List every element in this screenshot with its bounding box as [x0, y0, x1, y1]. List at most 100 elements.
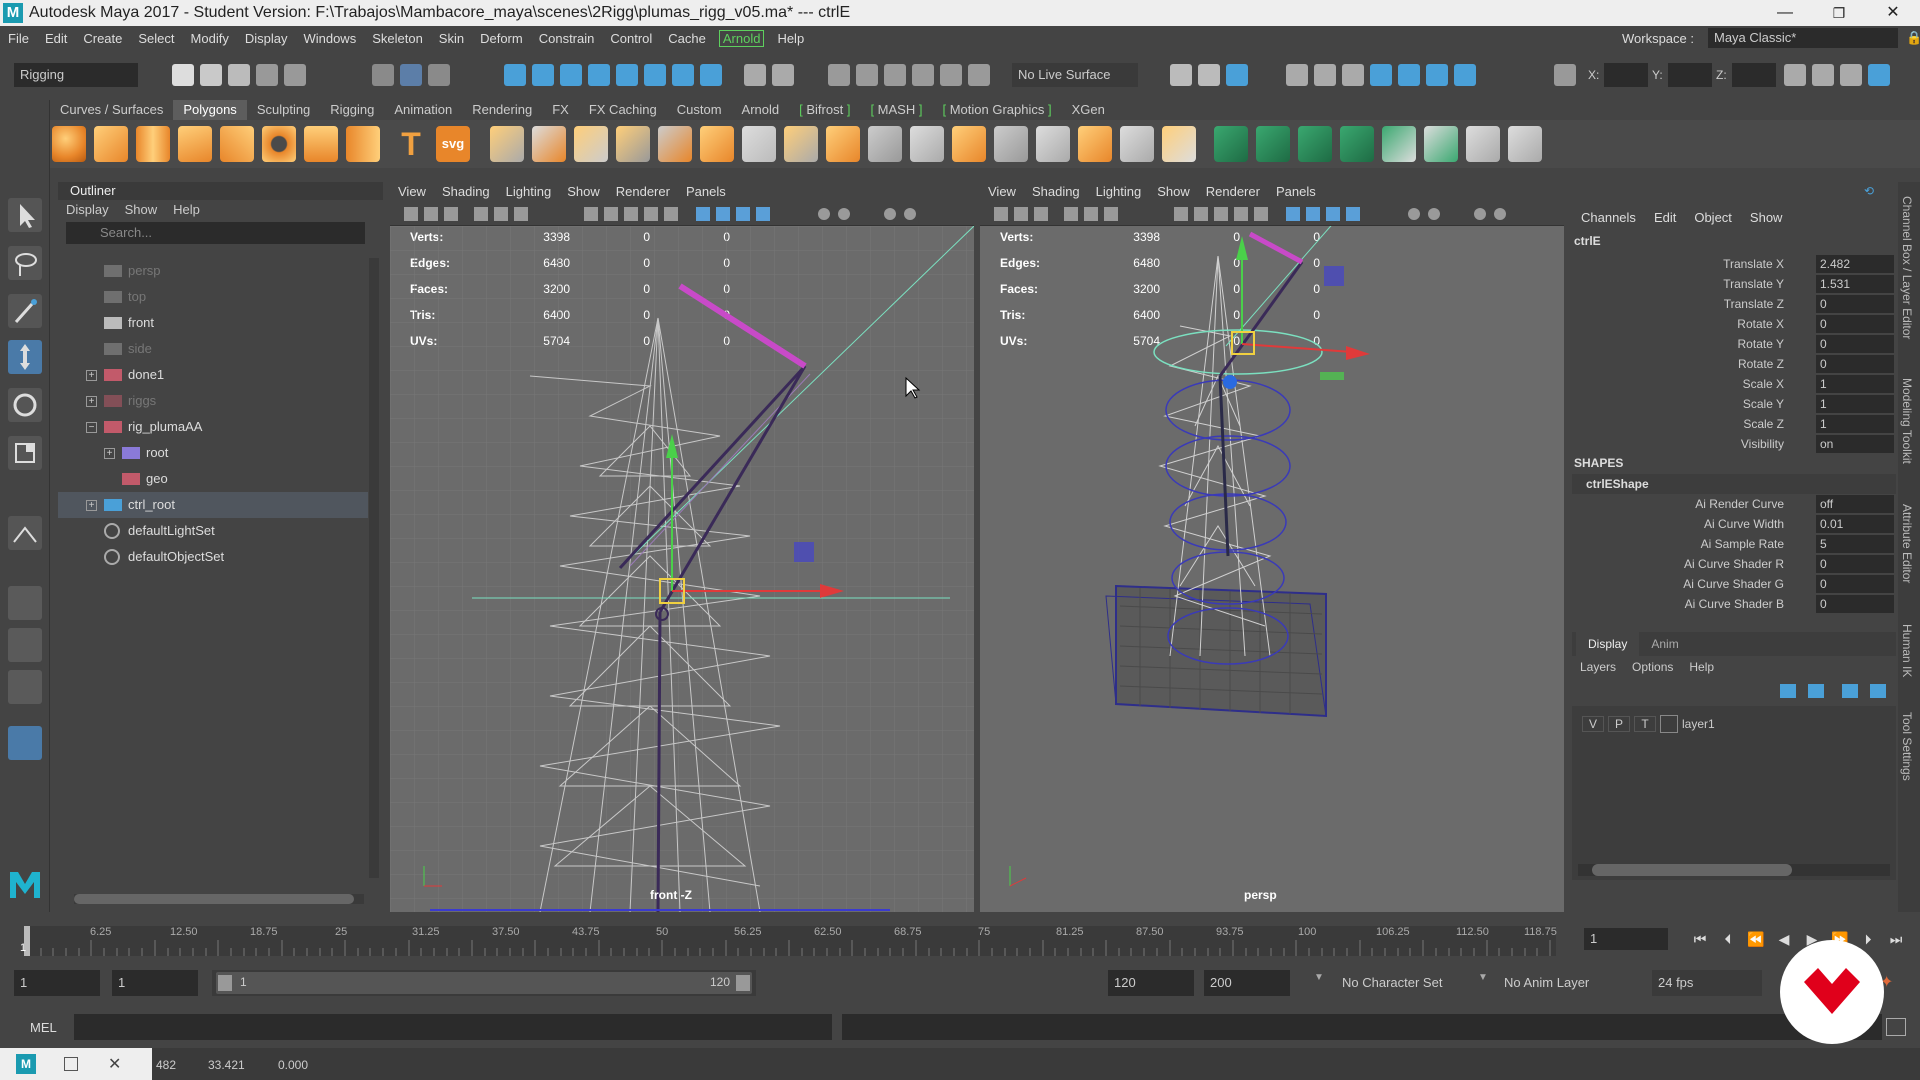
- outliner-item-persp[interactable]: persp: [58, 258, 368, 284]
- expand-icon[interactable]: +: [104, 448, 115, 459]
- viewport-front-scene[interactable]: [390, 226, 974, 912]
- spherical-uv-icon[interactable]: [1298, 126, 1332, 162]
- channel-rotate-x[interactable]: Rotate X0: [1572, 314, 1896, 334]
- poly-cone-icon[interactable]: [178, 126, 212, 162]
- attr-ai-render-curve[interactable]: Ai Render Curve off: [1572, 494, 1896, 514]
- smooth-icon[interactable]: [574, 126, 608, 162]
- transform-mode-icon[interactable]: [1554, 64, 1576, 86]
- anim-layer-icon[interactable]: ▼: [1478, 972, 1488, 983]
- anim-layer-dropdown[interactable]: No Anim Layer: [1498, 970, 1624, 996]
- outliner-item-ctrl-root[interactable]: + ctrl_root: [58, 492, 368, 518]
- output-ops-icon[interactable]: [1198, 64, 1220, 86]
- attr-ai-curve-shader-r[interactable]: Ai Curve Shader R0: [1572, 554, 1896, 574]
- tool-settings-icon[interactable]: [1840, 64, 1862, 86]
- symmetry-icon[interactable]: [856, 64, 878, 86]
- poly-sphere-icon[interactable]: [52, 126, 86, 162]
- layer-visibility-toggle[interactable]: V: [1582, 716, 1604, 732]
- poly-plane-icon[interactable]: [220, 126, 254, 162]
- four-view-layout-icon[interactable]: [8, 628, 42, 662]
- layer-row-layer1[interactable]: V P T layer1: [1572, 712, 1896, 736]
- cylindrical-uv-icon[interactable]: [1256, 126, 1290, 162]
- step-back-frame-icon[interactable]: ⏴: [1714, 931, 1742, 948]
- outliner-horizontal-scrollbar[interactable]: [74, 894, 364, 904]
- select-hierarchy-icon[interactable]: [372, 64, 394, 86]
- layer-tab-anim[interactable]: Anim: [1639, 632, 1690, 656]
- layer-tab-display[interactable]: Display: [1576, 632, 1640, 656]
- viewport-persp[interactable]: View Shading Lighting Show Renderer Pane…: [980, 182, 1564, 912]
- select-component-icon[interactable]: [428, 64, 450, 86]
- expand-icon[interactable]: +: [86, 396, 97, 407]
- lock-icon[interactable]: 🔒: [1898, 30, 1920, 46]
- connect-icon[interactable]: [952, 126, 986, 162]
- close-button[interactable]: ✕: [1866, 0, 1920, 26]
- shelf-tab-fx-caching[interactable]: FX Caching: [579, 100, 667, 120]
- new-layer-selected-icon[interactable]: [1870, 684, 1886, 698]
- channel-scale-y[interactable]: Scale Y1: [1572, 394, 1896, 414]
- channel-translate-y[interactable]: Translate Y 1.531: [1572, 274, 1896, 294]
- panel-toolbar-icons[interactable]: [390, 202, 974, 226]
- outliner-item-geo[interactable]: geo: [58, 466, 368, 492]
- vp-menu-view[interactable]: View: [390, 182, 434, 202]
- snap-point-icon[interactable]: [560, 64, 582, 86]
- attr-ai-curve-shader-b[interactable]: Ai Curve Shader B0: [1572, 594, 1896, 614]
- channel-box-sync-icon[interactable]: ⟲: [1864, 184, 1878, 198]
- maya-logo-icon[interactable]: M: [16, 1054, 36, 1074]
- poke-icon[interactable]: [1036, 126, 1070, 162]
- menu-edit[interactable]: Edit: [37, 31, 75, 46]
- attr-ai-sample-rate[interactable]: Ai Sample Rate 5: [1572, 534, 1896, 554]
- svg-tool-icon[interactable]: svg: [436, 126, 470, 162]
- undo-icon[interactable]: [256, 64, 278, 86]
- shelf-tab-arnold[interactable]: Arnold: [732, 100, 790, 120]
- attr-ai-curve-shader-g[interactable]: Ai Curve Shader G0: [1572, 574, 1896, 594]
- target-weld-icon[interactable]: [910, 126, 944, 162]
- move-tool-icon[interactable]: [8, 340, 42, 374]
- shelf-tab-xgen[interactable]: XGen: [1062, 100, 1115, 120]
- range-start-handle[interactable]: [218, 975, 232, 991]
- range-slider[interactable]: 1 120: [212, 970, 756, 996]
- cb-menu-object[interactable]: Object: [1685, 208, 1741, 228]
- expand-icon[interactable]: +: [86, 500, 97, 511]
- menu-windows[interactable]: Windows: [295, 31, 364, 46]
- shelf-tab-bifrost[interactable]: [ Bifrost ]: [789, 100, 860, 120]
- reduce-icon[interactable]: [1162, 126, 1196, 162]
- extrude-icon[interactable]: [700, 126, 734, 162]
- shelf-tab-fx[interactable]: FX: [542, 100, 579, 120]
- viewport-persp-scene[interactable]: [980, 226, 1564, 912]
- shelf-tab-rendering[interactable]: Rendering: [462, 100, 542, 120]
- channel-scale-z[interactable]: Scale Z1: [1572, 414, 1896, 434]
- poly-torus-icon[interactable]: [262, 126, 296, 162]
- type-tool-icon[interactable]: T: [394, 126, 428, 162]
- snap-curve-icon[interactable]: [532, 64, 554, 86]
- menu-help[interactable]: Help: [769, 31, 812, 46]
- move-layer-down-icon[interactable]: [1808, 684, 1824, 698]
- outliner-menu-help[interactable]: Help: [165, 200, 208, 220]
- paint-select-icon[interactable]: [8, 294, 42, 328]
- outliner-item-root[interactable]: + root: [58, 440, 368, 466]
- outliner-menu-show[interactable]: Show: [117, 200, 166, 220]
- playback-start-field[interactable]: 1: [112, 970, 198, 996]
- shelf-tab-polygons[interactable]: Polygons: [173, 100, 247, 120]
- live-surface-field[interactable]: No Live Surface: [1012, 63, 1138, 87]
- poly-pipe-icon[interactable]: [346, 126, 380, 162]
- shelf-tab-custom[interactable]: Custom: [667, 100, 732, 120]
- side-tab-tool-settings[interactable]: Tool Settings: [1900, 712, 1914, 781]
- go-to-end-icon[interactable]: ⏭: [1882, 931, 1910, 948]
- x-coord-field[interactable]: [1604, 63, 1648, 87]
- cb-menu-edit[interactable]: Edit: [1645, 208, 1685, 228]
- step-back-key-icon[interactable]: ⏪: [1742, 931, 1770, 948]
- workspace-dropdown[interactable]: Maya Classic*: [1708, 28, 1898, 48]
- playback-end-field[interactable]: 120: [1108, 970, 1194, 996]
- open-scene-icon[interactable]: [200, 64, 222, 86]
- cb-menu-show[interactable]: Show: [1741, 208, 1792, 228]
- select-tool-icon[interactable]: [8, 198, 42, 232]
- persp-outliner-layout-icon[interactable]: [8, 670, 42, 704]
- snap-grid-icon[interactable]: [504, 64, 526, 86]
- time-slider[interactable]: 1 6.25 12.50 18.75 25 31.25 37.50 43.75 …: [20, 926, 1557, 956]
- close-icon[interactable]: ✕: [108, 1054, 121, 1074]
- vp-menu-renderer[interactable]: Renderer: [1198, 182, 1268, 202]
- save-scene-icon[interactable]: [228, 64, 250, 86]
- maximize-button[interactable]: ❐: [1812, 0, 1866, 26]
- lock-selection-icon[interactable]: [744, 64, 766, 86]
- new-layer-icon[interactable]: [1842, 684, 1858, 698]
- channel-translate-z[interactable]: Translate Z0: [1572, 294, 1896, 314]
